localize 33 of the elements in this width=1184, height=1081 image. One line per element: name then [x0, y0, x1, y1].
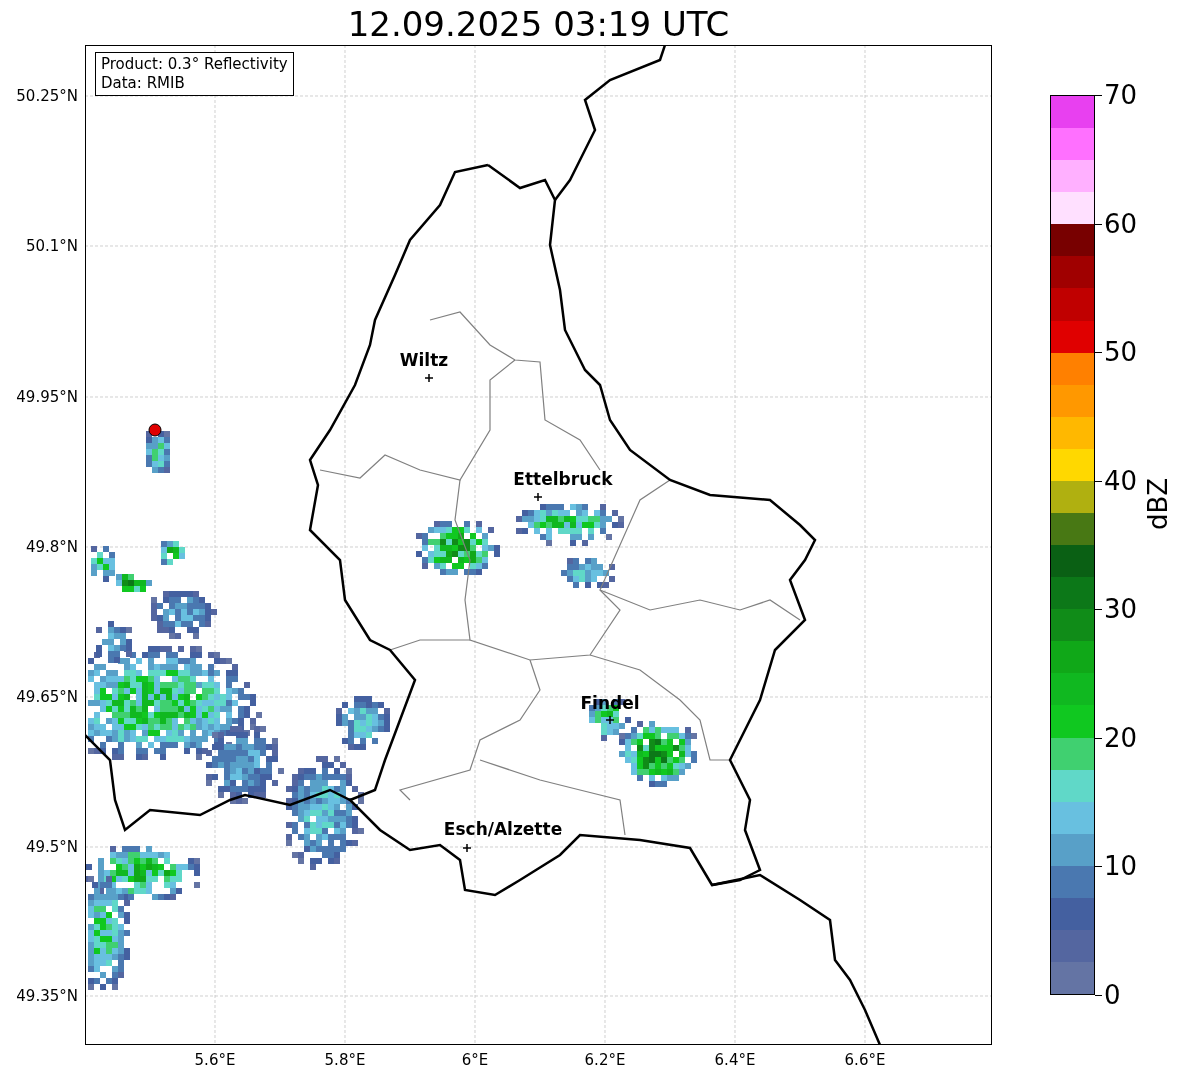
colorbar-tick-label: 70 — [1095, 79, 1138, 111]
latitude-tick-label: 49.35°N — [16, 987, 78, 1005]
colorbar-label: dBZ — [1143, 477, 1173, 530]
longitude-tick-label: 5.6°E — [193, 1051, 237, 1069]
colorbar-tick-label: 20 — [1095, 721, 1138, 754]
city-label: Esch/Alzette — [443, 819, 563, 839]
city-marker-icon — [424, 373, 434, 383]
longitude-tick-label: 6.6°E — [843, 1051, 887, 1069]
colorbar-tick-label: 60 — [1095, 207, 1138, 240]
city-label: Wiltz — [399, 350, 449, 370]
colorbar-tick-label: 0 — [1095, 979, 1121, 1011]
latitude-tick-label: 50.25°N — [16, 87, 78, 105]
latitude-tick-label: 49.95°N — [16, 388, 78, 406]
longitude-tick-label: 6.2°E — [583, 1051, 627, 1069]
city-marker-icon — [605, 715, 615, 725]
city-label: Ettelbruck — [513, 469, 613, 489]
latitude-tick-label: 49.8°N — [25, 538, 78, 556]
longitude-tick-label: 6°E — [460, 1051, 490, 1069]
info-text: Data: RMIB — [101, 74, 186, 93]
chart-title: 12.09.2025 03:19 UTC — [346, 4, 731, 44]
latitude-tick-label: 49.5°N — [25, 838, 78, 856]
colorbar-tick-label: 30 — [1095, 593, 1138, 626]
latitude-tick-label: 49.65°N — [16, 688, 78, 706]
radar-site-icon — [148, 423, 162, 437]
colorbar-tick-label: 10 — [1095, 850, 1138, 883]
colorbar-tick-label: 40 — [1095, 464, 1138, 497]
colorbar-tick-label: 50 — [1095, 336, 1138, 369]
longitude-tick-label: 5.8°E — [323, 1051, 367, 1069]
city-marker-icon — [533, 492, 543, 502]
info-text: Product: 0.3° Reflectivity — [101, 55, 288, 74]
city-marker-icon — [462, 843, 472, 853]
latitude-tick-label: 50.1°N — [25, 237, 78, 255]
longitude-tick-label: 6.4°E — [713, 1051, 757, 1069]
